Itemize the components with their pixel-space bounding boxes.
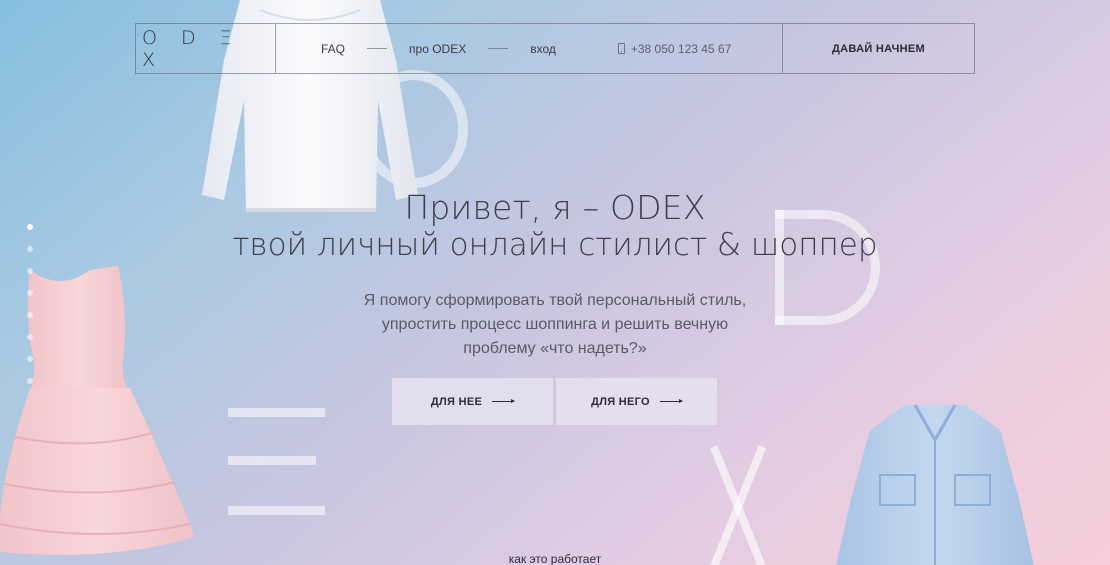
nav-item-faq[interactable]: FAQ: [321, 42, 345, 56]
slider-dot[interactable]: [27, 334, 33, 340]
gender-buttons: ДЛЯ НЕЕ ДЛЯ НЕГО: [392, 378, 717, 425]
for-her-button[interactable]: ДЛЯ НЕЕ: [392, 378, 553, 425]
slider-dot[interactable]: [27, 356, 33, 362]
slider-dots: [27, 224, 33, 384]
slider-dot[interactable]: [27, 378, 33, 384]
arrow-right-icon: [659, 399, 683, 403]
logo[interactable]: O D Ξ X: [136, 27, 275, 71]
hero-subtitle: Я помогу сформировать твой персональный …: [363, 292, 747, 357]
slider-dot[interactable]: [27, 290, 33, 296]
start-button[interactable]: ДАВАЙ НАЧНЕМ: [782, 24, 974, 73]
slider-dot[interactable]: [27, 246, 33, 252]
slider-dot[interactable]: [27, 224, 33, 230]
phone-link[interactable]: +38 050 123 45 67: [617, 41, 732, 56]
nav-item-about[interactable]: про ODEX: [409, 42, 466, 56]
slider-dot[interactable]: [27, 312, 33, 318]
logo-box[interactable]: O D Ξ X: [136, 24, 276, 73]
phone-icon: [617, 43, 625, 54]
arrow-right-icon: [492, 399, 516, 403]
how-it-works-link[interactable]: как это работает: [0, 552, 1110, 565]
decor-letter-x: [690, 445, 786, 565]
for-him-button[interactable]: ДЛЯ НЕГО: [556, 378, 717, 425]
phone-number: +38 050 123 45 67: [630, 41, 732, 56]
for-him-label: ДЛЯ НЕГО: [591, 395, 650, 408]
hero-title-line2: твой личный онлайн стилист & шоппер: [232, 227, 878, 263]
nav-separator: [488, 48, 509, 49]
main-nav: FAQ про ODEX вход +38 050 123 45 67: [276, 24, 782, 73]
nav-separator: [367, 48, 388, 49]
slider-dot[interactable]: [27, 268, 33, 274]
hero-section: O D Ξ X FAQ про ODEX вход +38 050 123 45…: [0, 0, 1110, 565]
top-header: O D Ξ X FAQ про ODEX вход +38 050 123 45…: [135, 23, 975, 74]
nav-item-login[interactable]: вход: [530, 42, 556, 56]
hero-title-line1: Привет, я – ODEX: [404, 188, 706, 227]
for-her-label: ДЛЯ НЕЕ: [430, 395, 483, 408]
denim-shirt-image: [836, 404, 1034, 565]
